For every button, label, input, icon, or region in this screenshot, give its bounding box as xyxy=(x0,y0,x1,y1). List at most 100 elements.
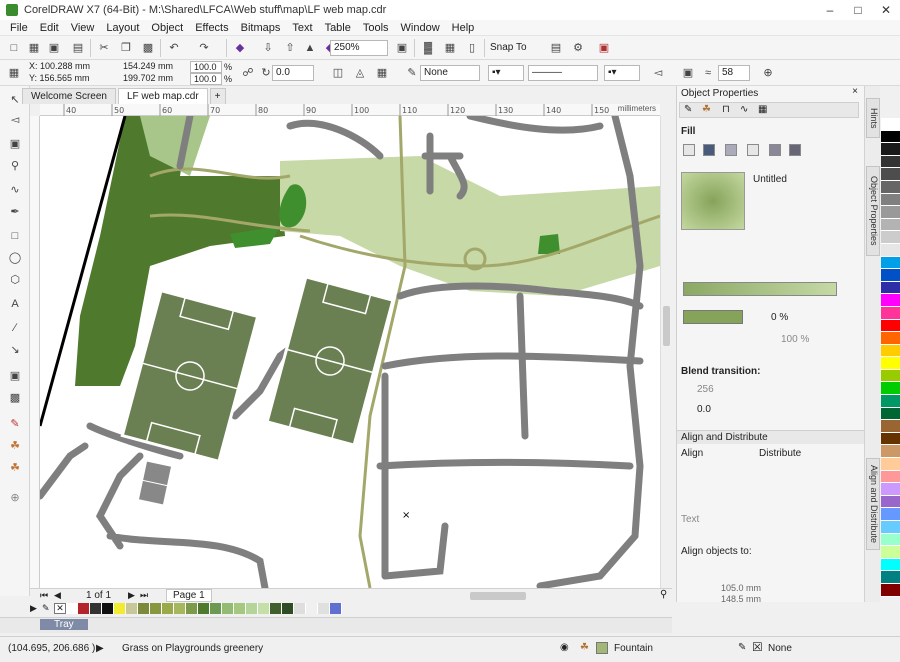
polygon-tool-icon[interactable]: ⬡ xyxy=(7,272,23,288)
color-swatch-7[interactable] xyxy=(881,206,900,219)
end-arrow-select[interactable]: ▪▾ xyxy=(604,65,640,81)
outline-width-select[interactable]: None xyxy=(420,65,480,81)
color-swatch-16[interactable] xyxy=(881,319,900,333)
menu-window[interactable]: Window xyxy=(395,22,446,34)
color-swatch-23[interactable] xyxy=(881,407,900,421)
palette-swatch-16[interactable] xyxy=(258,603,270,614)
docker-tab-align-distribute[interactable]: Align and Distribute xyxy=(866,458,880,550)
menu-layout[interactable]: Layout xyxy=(100,22,145,34)
pick-tool-icon[interactable]: ↖ xyxy=(7,92,23,108)
palette-swatch-14[interactable] xyxy=(234,603,246,614)
snap-to-dropdown[interactable]: Snap To xyxy=(490,42,527,54)
full-screen-icon[interactable]: ▣ xyxy=(394,40,410,56)
maximize-button[interactable]: □ xyxy=(844,0,872,20)
color-swatch-30[interactable] xyxy=(881,495,900,509)
color-swatch-10[interactable] xyxy=(881,243,900,257)
tab-welcome-screen[interactable]: Welcome Screen xyxy=(22,88,116,104)
palette-swatch-1[interactable] xyxy=(78,603,90,614)
show-guidelines-icon[interactable]: ▯ xyxy=(464,40,480,56)
fill-preview[interactable] xyxy=(681,172,745,230)
page-tab-1[interactable]: Page 1 xyxy=(166,589,212,602)
shape-icon[interactable]: ▣ xyxy=(680,65,696,81)
color-swatch-0[interactable] xyxy=(881,118,900,131)
minimize-button[interactable]: – xyxy=(816,0,844,20)
palette-swatch-12[interactable] xyxy=(210,603,222,614)
crop-tool-icon[interactable]: ▣ xyxy=(7,136,23,152)
add-tool-icon[interactable]: ⊕ xyxy=(7,490,23,506)
wrap-text-icon[interactable]: ▦ xyxy=(374,65,390,81)
ellipse-tool-icon[interactable]: ◯ xyxy=(7,250,23,266)
drawing-canvas[interactable]: × xyxy=(40,116,660,588)
print-icon[interactable]: ▤ xyxy=(70,40,86,56)
drop-shadow-icon[interactable]: ▣ xyxy=(7,368,23,384)
color-swatch-1[interactable] xyxy=(881,130,900,144)
y-position-field[interactable]: Y: 156.565 mm xyxy=(26,73,98,85)
color-swatch-18[interactable] xyxy=(881,344,900,358)
palette-swatch-18[interactable] xyxy=(282,603,294,614)
color-swatch-3[interactable] xyxy=(881,155,900,169)
tray-tab[interactable]: Tray xyxy=(40,619,88,630)
node-opacity[interactable]: 0 % xyxy=(771,312,788,323)
nib-icon[interactable]: ≈ xyxy=(700,65,716,81)
line-style-select[interactable]: ——— xyxy=(528,65,598,81)
object-origin-icon[interactable]: ▦ xyxy=(6,65,22,81)
color-proof-icon[interactable]: ◉ xyxy=(560,642,569,653)
new-icon[interactable]: □ xyxy=(6,40,22,56)
uniform-fill-icon[interactable] xyxy=(703,144,715,156)
palette-swatch-0[interactable] xyxy=(66,603,78,614)
blend-acceleration-field[interactable]: 0.0 xyxy=(697,404,711,415)
quick-customize-icon[interactable]: ⊕ xyxy=(760,65,776,81)
mirror-vertical-icon[interactable]: ◬ xyxy=(352,65,368,81)
palette-swatch-17[interactable] xyxy=(270,603,282,614)
play-icon[interactable]: ▶ xyxy=(96,643,104,654)
menu-tools[interactable]: Tools xyxy=(357,22,395,34)
palette-swatch-9[interactable] xyxy=(174,603,186,614)
undo-icon[interactable]: ↶ xyxy=(166,40,182,56)
color-management-icon[interactable]: ▣ xyxy=(596,40,612,56)
color-swatch-34[interactable] xyxy=(881,546,900,559)
copy-icon[interactable]: ❐ xyxy=(118,40,134,56)
palette-swatch-7[interactable] xyxy=(150,603,162,614)
fill-tab-icon[interactable]: ☘ xyxy=(702,104,711,115)
new-tab-button[interactable]: + xyxy=(209,88,226,104)
color-swatch-32[interactable] xyxy=(881,521,900,534)
nib-size-field[interactable]: 58 xyxy=(718,65,750,81)
no-color-swatch[interactable]: ✕ xyxy=(54,603,66,614)
color-swatch-5[interactable] xyxy=(881,180,900,194)
smart-fill-icon[interactable]: ☘ xyxy=(7,460,23,476)
color-swatch-2[interactable] xyxy=(881,143,900,156)
menu-help[interactable]: Help xyxy=(446,22,481,34)
shape-tool-icon[interactable]: ◅ xyxy=(7,112,23,128)
panel-close-icon[interactable]: × xyxy=(852,86,858,97)
fountain-fill-icon[interactable] xyxy=(725,144,737,156)
scale-y-field[interactable]: 100.0 xyxy=(190,73,222,85)
publish-pdf-icon[interactable]: ▲ xyxy=(302,40,318,56)
no-fill-icon[interactable] xyxy=(683,144,695,156)
open-icon[interactable]: ▦ xyxy=(26,40,42,56)
color-swatch-11[interactable] xyxy=(881,256,900,270)
align-y-field[interactable]: 148.5 mm xyxy=(721,594,761,604)
docker-tab-hints[interactable]: Hints xyxy=(866,98,880,138)
palette-swatch-3[interactable] xyxy=(102,603,114,614)
color-swatch-4[interactable] xyxy=(881,168,900,181)
palette-swatch-6[interactable] xyxy=(138,603,150,614)
freehand-tool-icon[interactable]: ∿ xyxy=(7,182,23,198)
redo-icon[interactable]: ↷ xyxy=(196,40,212,56)
color-swatch-29[interactable] xyxy=(881,483,900,496)
palette-swatch-2[interactable] xyxy=(90,603,102,614)
blend-steps-field[interactable]: 256 xyxy=(697,384,714,395)
x-position-field[interactable]: X: 100.288 mm xyxy=(26,61,98,73)
connector-tool-icon[interactable]: ∕ xyxy=(7,320,23,336)
color-swatch-6[interactable] xyxy=(881,193,900,207)
save-icon[interactable]: ▣ xyxy=(46,40,62,56)
color-swatch-24[interactable] xyxy=(881,420,900,433)
vertical-ruler[interactable] xyxy=(30,116,40,588)
horizontal-scrollbar[interactable] xyxy=(470,592,526,600)
height-field[interactable]: 199.702 mm xyxy=(120,73,186,85)
node-position[interactable]: 100 % xyxy=(781,334,809,345)
palette-swatch-20[interactable] xyxy=(306,603,318,614)
close-button[interactable]: ✕ xyxy=(872,0,900,20)
gradient-bar[interactable] xyxy=(683,282,837,296)
menu-file[interactable]: File xyxy=(4,22,34,34)
convert-to-curves-icon[interactable]: ◅ xyxy=(650,65,666,81)
